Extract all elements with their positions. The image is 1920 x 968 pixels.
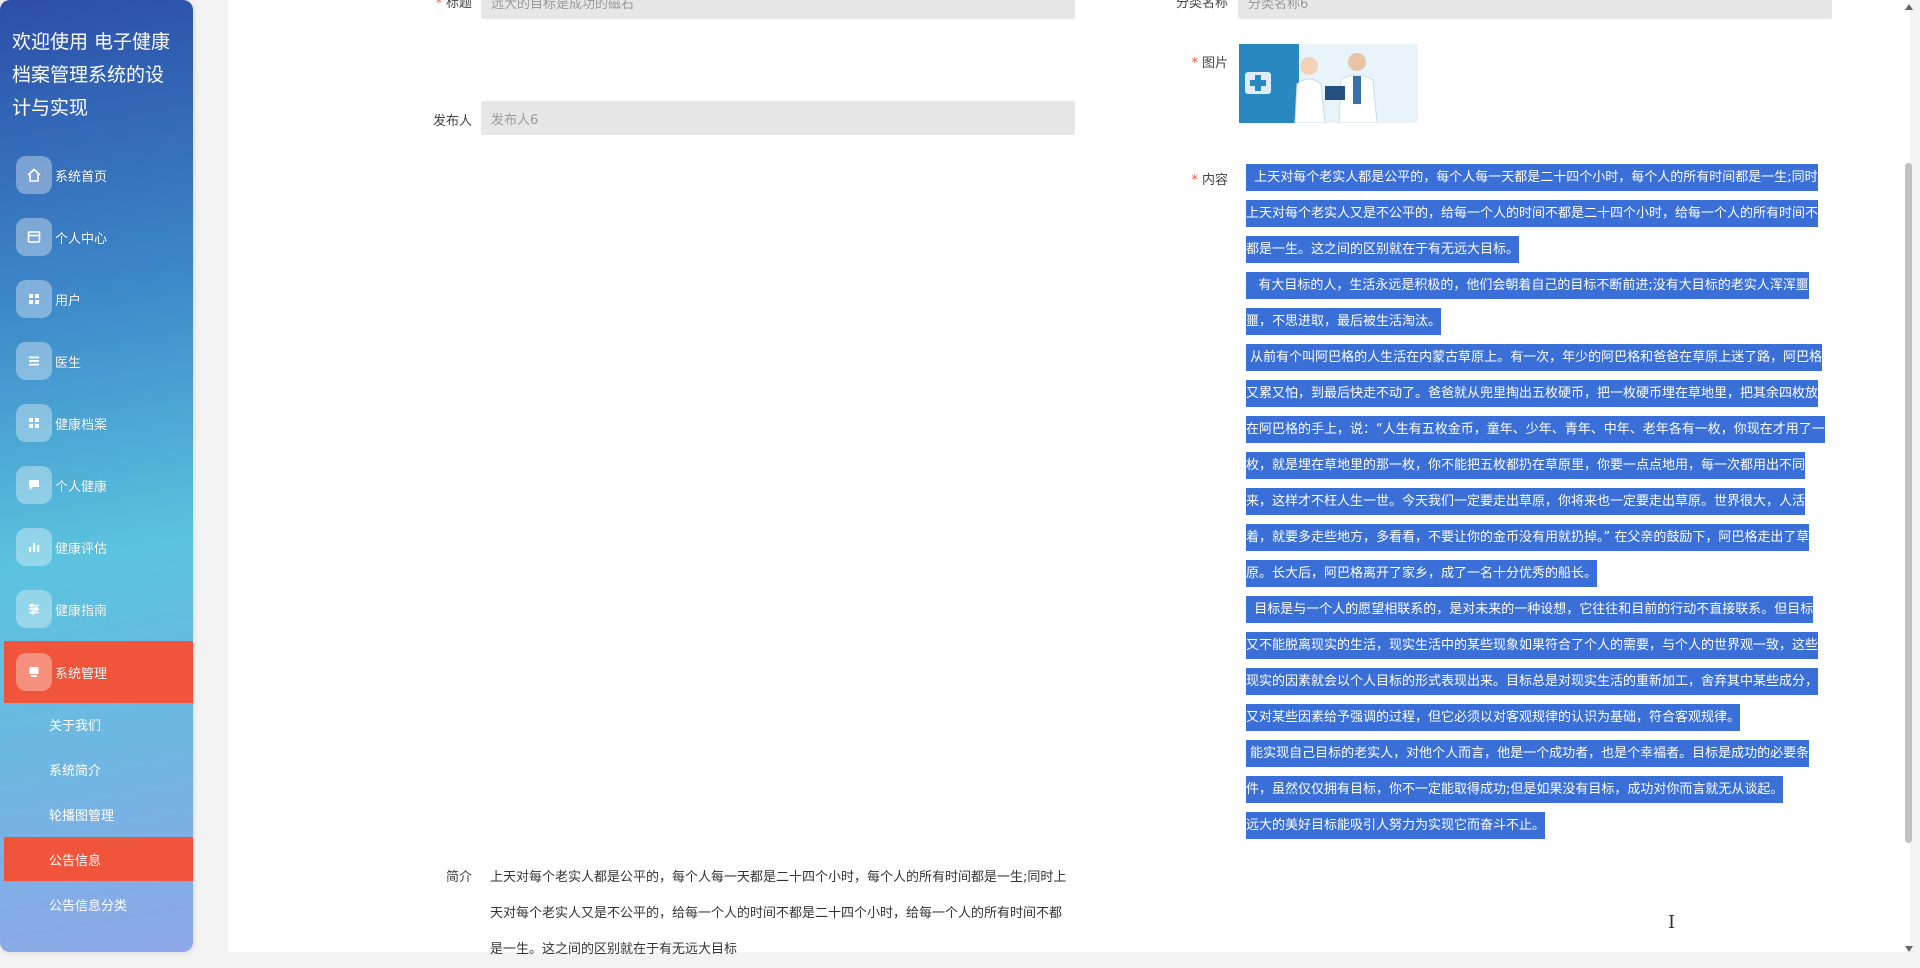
menu-item-profile[interactable]: 个人中心 <box>4 208 193 266</box>
sidebar: 欢迎使用 电子健康档案管理系统的设计与实现 系统首页 个人中心 用户 医生 健康… <box>0 0 193 952</box>
text-cursor-icon: I <box>1668 912 1676 933</box>
bar-chart-icon <box>16 528 52 566</box>
doctors-photo-icon <box>1239 44 1418 123</box>
content-paragraph: 上天对每个老实人都是公平的，每个人每一天都是二十四个小时，每个人的所有时间都是一… <box>1246 160 1826 268</box>
submenu-label: 公告信息分类 <box>49 898 128 914</box>
content-paragraph-text: 从前有个叫阿巴格的人生活在内蒙古草原上。有一次，年少的阿巴格和爸爸在草原上迷了路… <box>1246 350 1825 581</box>
submenu-item-announcement-categories[interactable]: 公告信息分类 <box>4 882 193 926</box>
image-label-text: 图片 <box>1201 56 1228 71</box>
content-paragraph: 远大的美好目标能吸引人努力为实现它而奋斗不止。 <box>1246 808 1826 844</box>
submenu-label: 系统简介 <box>49 763 102 779</box>
menu-item-home[interactable]: 系统首页 <box>4 146 193 204</box>
publisher-label: 发布人 <box>432 114 472 129</box>
content-paragraph: 能实现自己目标的老实人，对他个人而言，他是一个成功者，也是个幸福者。目标是成功的… <box>1246 736 1826 808</box>
submenu-label: 轮播图管理 <box>49 808 115 824</box>
home-icon <box>16 156 52 194</box>
scrollbar-thumb[interactable] <box>1905 163 1912 843</box>
category-label: 分类名称 <box>1175 0 1228 11</box>
category-input[interactable]: 分类名称6 <box>1238 0 1832 19</box>
menu-item-system-management[interactable]: 系统管理 <box>4 641 193 703</box>
menu-item-health-assessment[interactable]: 健康评估 <box>4 518 193 576</box>
menu-item-doctors[interactable]: 医生 <box>4 332 193 390</box>
submenu-item-about[interactable]: 关于我们 <box>4 702 193 746</box>
content-editor[interactable]: 上天对每个老实人都是公平的，每个人每一天都是二十四个小时，每个人的所有时间都是一… <box>1246 160 1826 844</box>
content-paragraph-text: 有大目标的人，生活永远是积极的，他们会朝着自己的目标不断前进;没有大目标的老实人… <box>1246 278 1809 329</box>
submenu-item-system-intro[interactable]: 系统简介 <box>4 747 193 791</box>
grid-icon <box>16 280 52 318</box>
menu-label: 个人健康 <box>55 479 108 495</box>
summary-text: 上天对每个老实人都是公平的，每个人每一天都是二十四个小时，每个人的所有时间都是一… <box>490 870 1067 957</box>
content-paragraph: 目标是与一个人的愿望相联系的，是对未来的一种设想，它往往和目前的行动不直接联系。… <box>1246 592 1826 736</box>
submenu-item-announcements[interactable]: 公告信息 <box>4 837 193 881</box>
content-paragraph: 有大目标的人，生活永远是积极的，他们会朝着自己的目标不断前进;没有大目标的老实人… <box>1246 268 1826 340</box>
content-paragraph-text: 上天对每个老实人都是公平的，每个人每一天都是二十四个小时，每个人的所有时间都是一… <box>1246 170 1819 257</box>
sliders-icon <box>16 590 52 628</box>
publisher-input[interactable]: 发布人6 <box>481 101 1075 135</box>
submenu-label: 关于我们 <box>49 718 102 734</box>
required-mark: * <box>1191 56 1198 71</box>
scroll-up-arrow-icon[interactable] <box>1903 2 1914 12</box>
menu-item-personal-health[interactable]: 个人健康 <box>4 456 193 514</box>
menu-label: 个人中心 <box>55 231 108 247</box>
menu-label: 系统首页 <box>55 169 108 185</box>
submenu-item-carousel[interactable]: 轮播图管理 <box>4 792 193 836</box>
menu-label: 系统管理 <box>55 666 108 682</box>
content-paragraph-text: 远大的美好目标能吸引人努力为实现它而奋斗不止。 <box>1246 818 1546 833</box>
content-label-text: 内容 <box>1201 173 1228 188</box>
menu-label: 健康评估 <box>55 541 108 557</box>
chat-icon <box>16 466 52 504</box>
content-paragraph-text: 能实现自己目标的老实人，对他个人而言，他是一个成功者，也是个幸福者。目标是成功的… <box>1246 746 1810 797</box>
content-label: * 内容 <box>1180 169 1228 188</box>
menu-item-users[interactable]: 用户 <box>4 270 193 328</box>
content-paragraph: 从前有个叫阿巴格的人生活在内蒙古草原上。有一次，年少的阿巴格和爸爸在草原上迷了路… <box>1246 340 1826 592</box>
menu-label: 用户 <box>55 293 82 309</box>
summary-label: 简介 <box>445 870 472 885</box>
required-mark: * <box>1191 173 1198 188</box>
cup-icon <box>16 653 52 691</box>
menu-label: 健康指南 <box>55 603 108 619</box>
menu-label: 健康档案 <box>55 417 108 433</box>
scroll-down-arrow-icon[interactable] <box>1903 944 1914 954</box>
required-mark: * <box>435 0 442 11</box>
list-icon <box>16 342 52 380</box>
title-label: * 标题 <box>420 0 472 11</box>
app-title: 欢迎使用 电子健康档案管理系统的设计与实现 <box>12 31 171 119</box>
title-input[interactable]: 远大的目标是成功的磁石 <box>481 0 1075 19</box>
card-icon <box>16 218 52 256</box>
submenu-label: 公告信息 <box>49 853 102 869</box>
menu-item-health-records[interactable]: 健康档案 <box>4 394 193 452</box>
menu-item-health-guide[interactable]: 健康指南 <box>4 580 193 638</box>
title-label-text: 标题 <box>445 0 472 11</box>
grid-icon <box>16 404 52 442</box>
announcement-image[interactable] <box>1239 44 1418 123</box>
image-label: * 图片 <box>1180 52 1228 71</box>
content-paragraph-text: 目标是与一个人的愿望相联系的，是对未来的一种设想，它往往和目前的行动不直接联系。… <box>1246 602 1819 725</box>
menu-label: 医生 <box>55 355 82 371</box>
